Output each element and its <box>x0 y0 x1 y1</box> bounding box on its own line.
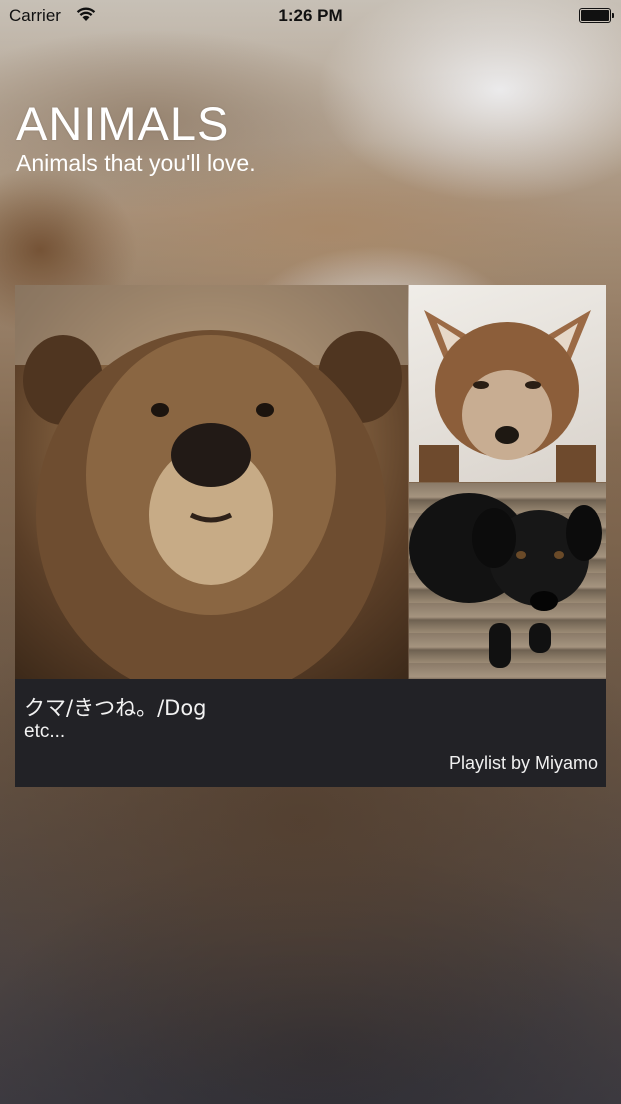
page-subtitle: Animals that you'll love. <box>16 150 256 176</box>
playlist-card[interactable]: クマ/きつね。/Dog etc... Playlist by Miyamo <box>15 285 606 787</box>
playlist-title: クマ/きつね。/Dog <box>24 696 207 720</box>
dog-photo <box>409 483 606 679</box>
playlist-subtitle: etc... <box>24 721 66 742</box>
status-bar: Carrier 1:26 PM <box>0 0 621 32</box>
screen: Carrier 1:26 PM ANIMALS Animals that you… <box>0 0 621 1104</box>
clock-time: 1:26 PM <box>278 6 343 25</box>
page-title: ANIMALS <box>16 97 230 150</box>
battery-icon <box>579 8 614 23</box>
fox-photo <box>409 285 606 482</box>
playlist-author-credit: Playlist by Miyamo <box>448 753 598 773</box>
playlist-info-panel: クマ/きつね。/Dog etc... Playlist by Miyamo <box>15 679 606 787</box>
bear-photo <box>15 285 408 679</box>
